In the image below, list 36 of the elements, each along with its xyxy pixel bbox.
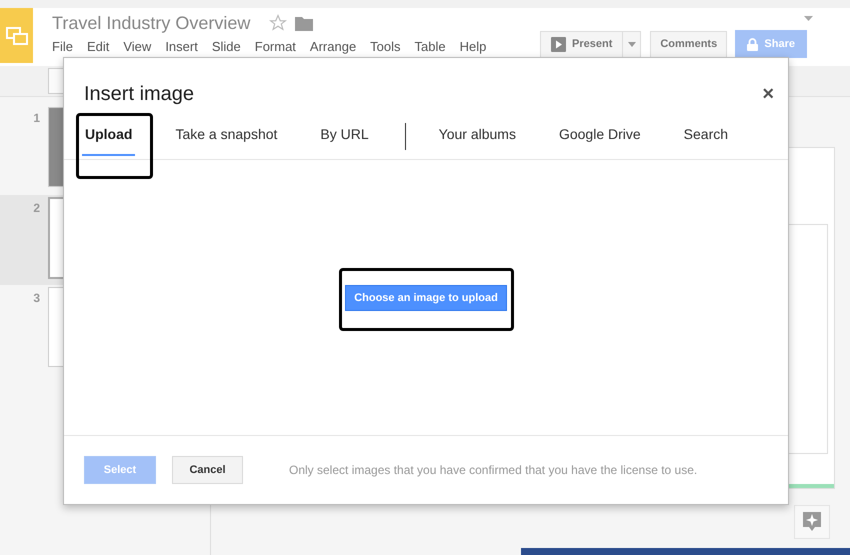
explore-button[interactable] <box>794 505 830 539</box>
menu-item[interactable]: Slide <box>212 39 241 54</box>
tab[interactable]: Upload <box>82 116 136 156</box>
present-button[interactable]: Present <box>540 30 624 58</box>
license-note: Only select images that you have confirmed that you have the license to use. <box>289 463 698 477</box>
menu-item[interactable]: File <box>52 39 73 54</box>
close-button[interactable]: × <box>762 82 774 106</box>
menu-item[interactable]: View <box>123 39 152 54</box>
caret-icon[interactable] <box>804 16 813 21</box>
tab[interactable]: Search <box>680 116 732 156</box>
lock-icon <box>747 38 758 50</box>
menu-item[interactable]: Format <box>254 39 296 54</box>
slides-logo-icon[interactable] <box>0 8 33 63</box>
tab[interactable]: Your albums <box>436 116 519 156</box>
menu-item[interactable]: Insert <box>165 39 198 54</box>
menu-item[interactable]: Tools <box>370 39 401 54</box>
menu-item[interactable]: Edit <box>86 39 110 54</box>
star-icon[interactable] <box>269 14 288 32</box>
menu-item[interactable]: Help <box>460 39 486 54</box>
tab[interactable]: By URL <box>317 116 372 156</box>
slide-number: 2 <box>32 200 40 217</box>
slide-number: 3 <box>32 290 40 307</box>
comments-button[interactable]: Comments <box>650 30 728 58</box>
document-title[interactable]: Travel Industry Overview <box>52 12 250 34</box>
play-icon <box>551 36 566 52</box>
sparkle-icon <box>803 512 821 532</box>
slide-number: 1 <box>32 110 40 127</box>
caret-icon <box>628 42 636 46</box>
tab[interactable]: Google Drive <box>556 116 644 156</box>
menu-item[interactable]: Table <box>414 39 446 54</box>
dropdown-button[interactable] <box>623 30 642 58</box>
dialog-title: Insert image <box>84 82 194 106</box>
folder-icon[interactable] <box>295 16 314 30</box>
menu-item[interactable]: Arrange <box>310 39 356 54</box>
tab[interactable]: Take a snapshot <box>172 116 280 156</box>
cancel-button[interactable]: Cancel <box>172 456 243 484</box>
